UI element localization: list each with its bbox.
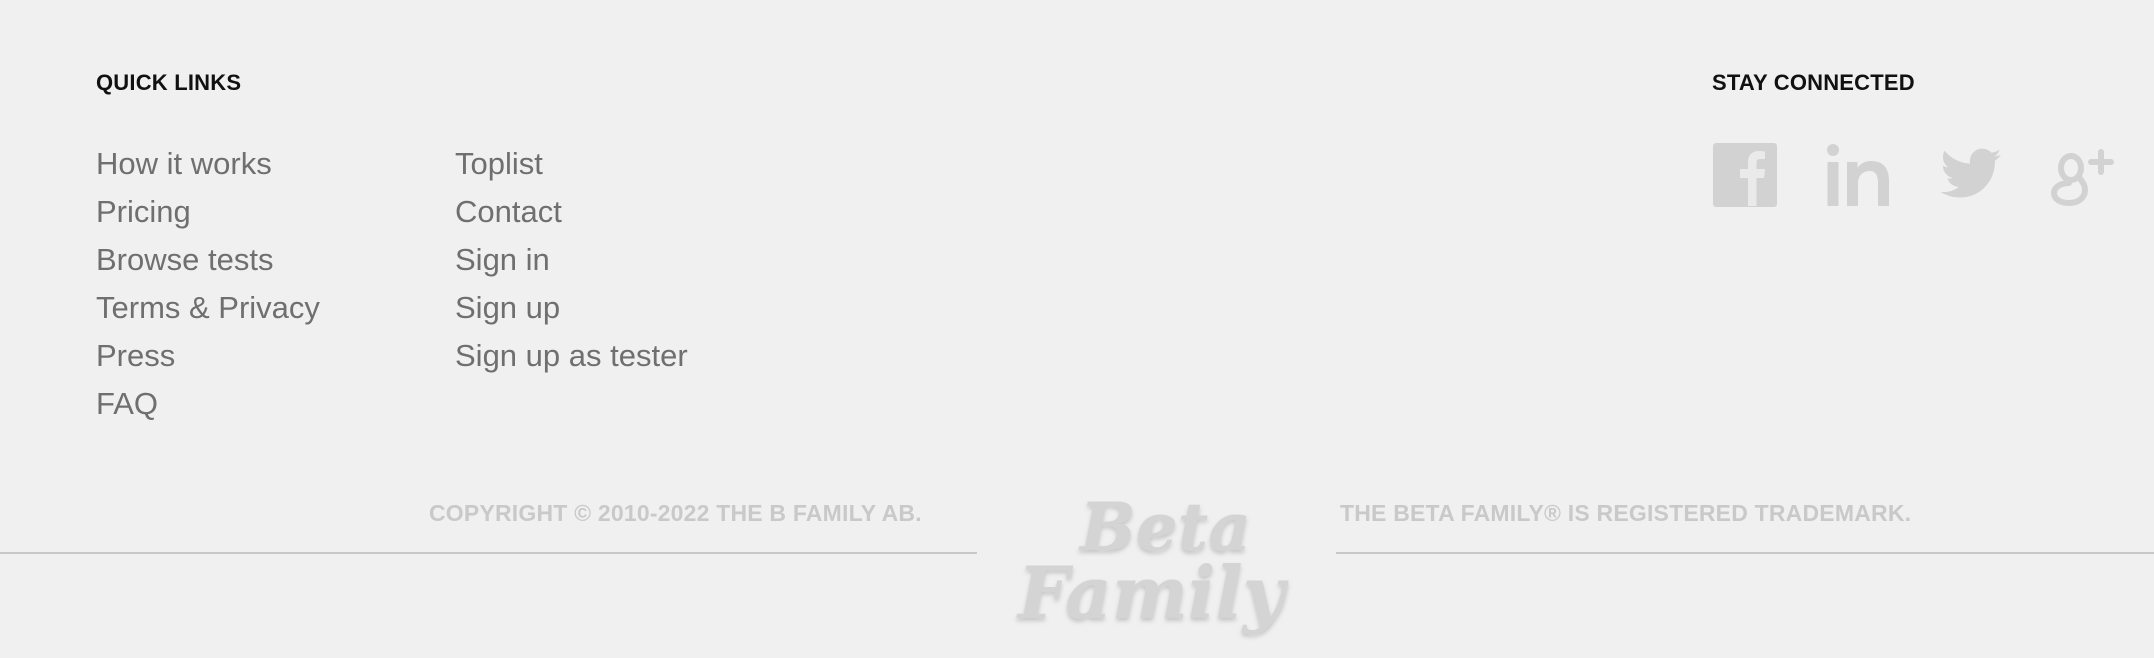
link-pricing[interactable]: Pricing [96,188,191,236]
google-plus-icon[interactable] [2051,140,2117,210]
beta-family-logo[interactable]: Beta Family [1010,488,1300,658]
link-terms-privacy[interactable]: Terms & Privacy [96,284,320,332]
link-sign-up[interactable]: Sign up [455,284,560,332]
link-how-it-works[interactable]: How it works [96,140,272,188]
link-faq[interactable]: FAQ [96,380,158,428]
link-sign-in[interactable]: Sign in [455,236,550,284]
stay-connected-heading: STAY CONNECTED [1712,70,1915,95]
social-links [1712,140,2117,210]
link-toplist[interactable]: Toplist [455,140,543,188]
quick-links-column-1: How it works Pricing Browse tests Terms … [96,140,320,428]
twitter-icon[interactable] [1938,140,2004,210]
logo-line-2: Family [1016,550,1289,635]
link-browse-tests[interactable]: Browse tests [96,236,273,284]
link-contact[interactable]: Contact [455,188,562,236]
link-sign-up-as-tester[interactable]: Sign up as tester [455,332,688,380]
trademark-text: THE BETA FAMILY® IS REGISTERED TRADEMARK… [1340,500,1912,526]
footer-divider-right [1336,552,2154,554]
facebook-icon[interactable] [1712,140,1778,210]
quick-links-heading: QUICK LINKS [96,70,242,95]
copyright-text: COPYRIGHT © 2010-2022 THE B FAMILY AB. [429,500,922,526]
linkedin-icon[interactable] [1825,140,1891,210]
link-press[interactable]: Press [96,332,175,380]
footer-divider-left [0,552,977,554]
quick-links-column-2: Toplist Contact Sign in Sign up Sign up … [455,140,688,380]
